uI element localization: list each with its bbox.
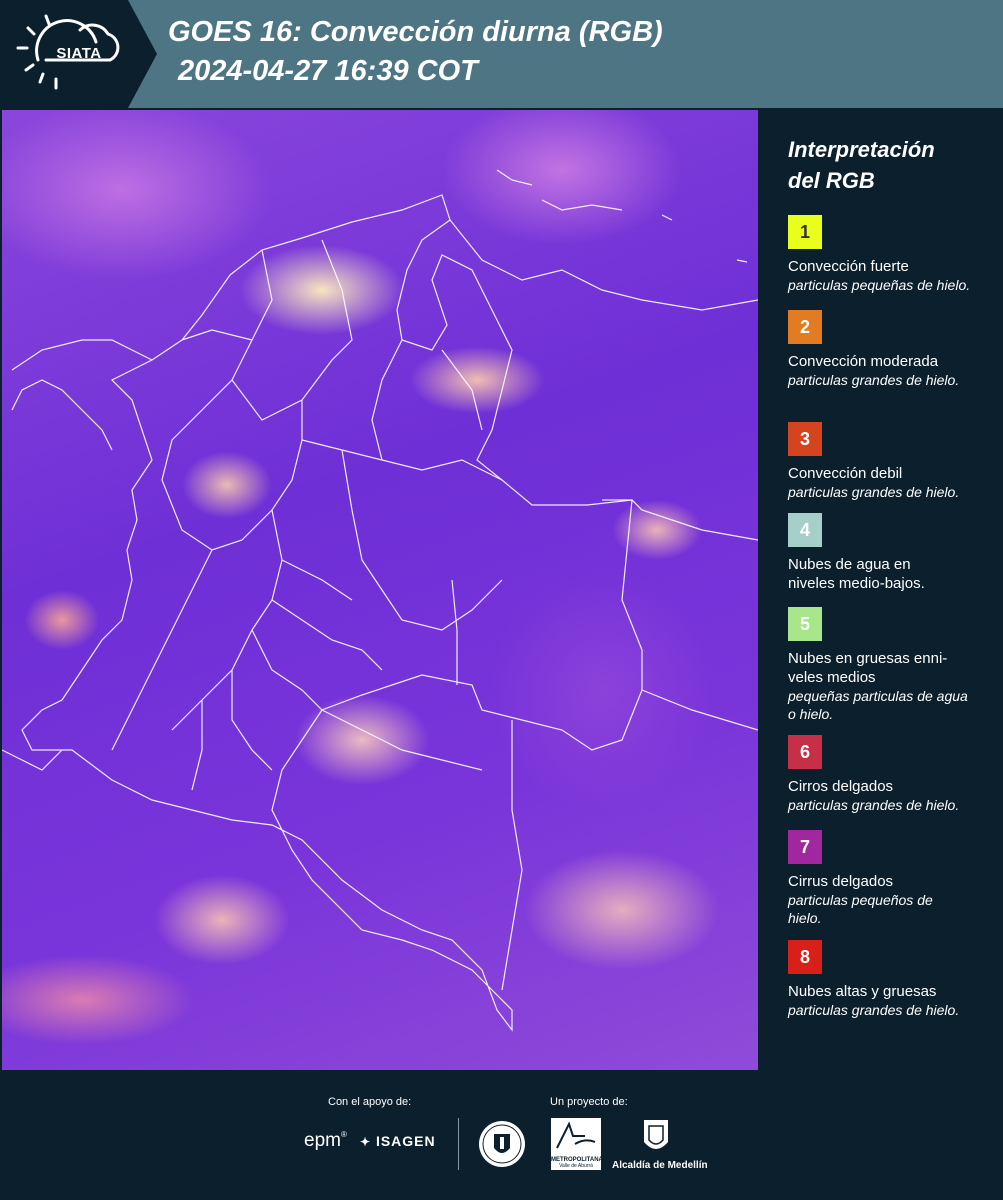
legend-item-desc: particulas grandes de hielo. (788, 797, 960, 813)
legend-swatch: 3 (788, 422, 822, 456)
legend-item-desc: particulas pequeñas de hielo. (788, 277, 971, 293)
legend-number: 4 (799, 519, 810, 540)
legend-item-title: Cirros delgados (788, 778, 894, 795)
legend-number: 2 (799, 316, 810, 337)
siata-logo[interactable]: SIATA (0, 0, 157, 108)
legend-number: 7 (799, 836, 810, 857)
page-title: GOES 16: Convección diurna (RGB) (168, 16, 663, 48)
alcaldia-shield-logo[interactable] (642, 1118, 670, 1161)
support-label: Con el apoyo de: (328, 1096, 412, 1108)
legend-item-1: 1 Convección fuerte particulas pequeñas … (788, 215, 993, 294)
epm-logo[interactable]: epm® (304, 1130, 347, 1152)
legend-item-desc: particulas pequeños de hielo. (788, 892, 933, 926)
legend-number: 1 (799, 221, 810, 242)
area-script-icon (556, 1121, 596, 1149)
legend-swatch: 1 (788, 215, 822, 249)
shield-icon (644, 1120, 668, 1149)
border-lines (2, 169, 758, 1032)
legend-item-title: Nubes en gruesas enni-veles medios (788, 650, 948, 686)
legend-item-7: 7 Cirrus delgados particulas pequeños de… (788, 830, 993, 927)
header-bar: SIATA GOES 16: Convección diurna (RGB) 2… (0, 0, 1003, 108)
legend-swatch: 8 (788, 940, 822, 974)
legend-item-8: 8 Nubes altas y gruesas particulas grand… (788, 940, 993, 1019)
seal-icon (479, 1121, 525, 1167)
isagen-text: ISAGEN (375, 1133, 436, 1149)
legend-item-6: 6 Cirros delgados particulas grandes de … (788, 735, 993, 814)
epm-text: epm (304, 1130, 341, 1151)
area-metropolitana-logo[interactable]: METROPOLITANA Valle de Aburrá (551, 1118, 603, 1170)
timestamp: 2024-04-27 16:39 COT (178, 55, 478, 87)
isagen-logo[interactable]: ✦ ISAGEN (360, 1133, 436, 1149)
legend-swatch: 4 (788, 513, 822, 547)
satellite-map[interactable] (2, 110, 758, 1070)
registered-icon: ® (340, 1130, 347, 1139)
legend-item-title: Nubes de agua en niveles medio-bajos. (788, 556, 925, 592)
legend-item-title: Cirrus delgados (788, 873, 894, 890)
legend-item-2: 2 Convección moderada particulas grandes… (788, 310, 993, 389)
legend-swatch: 5 (788, 607, 822, 641)
legend-number: 6 (799, 741, 810, 762)
legend-item-4: 4 Nubes de agua en niveles medio-bajos. (788, 513, 993, 593)
footer: Con el apoyo de: Un proyecto de: epm® ✦ … (0, 1070, 1003, 1200)
legend-item-title: Convección debil (788, 465, 903, 482)
legend-swatch: 7 (788, 830, 822, 864)
legend-item-title: Convección fuerte (788, 258, 909, 275)
legend-title: Interpretación del RGB (788, 134, 988, 196)
legend-item-3: 3 Convección debil particulas grandes de… (788, 422, 993, 501)
legend-title-line1: Interpretación (788, 137, 935, 162)
legend-item-desc: pequeñas particulas de agua o hielo. (788, 688, 968, 722)
alcaldia-label: Alcaldía de Medellín (612, 1160, 708, 1171)
isagen-icon: ✦ (360, 1135, 372, 1149)
footer-divider (458, 1118, 459, 1170)
project-label: Un proyecto de: (550, 1096, 628, 1108)
legend-item-5: 5 Nubes en gruesas enni-veles medios peq… (788, 607, 993, 723)
legend-number: 8 (799, 946, 810, 967)
legend-item-desc: particulas grandes de hielo. (788, 484, 960, 500)
legend-number: 5 (799, 613, 810, 634)
legend-swatch: 2 (788, 310, 822, 344)
legend-number: 3 (799, 428, 810, 449)
logo-text: SIATA (56, 45, 102, 62)
legend-item-desc: particulas grandes de hielo. (788, 372, 960, 388)
legend-item-title: Convección moderada (788, 353, 939, 370)
metro-sub: Valle de Aburrá (559, 1163, 593, 1169)
legend-item-title: Nubes altas y gruesas (788, 983, 937, 1000)
medellin-seal-logo[interactable] (478, 1120, 526, 1173)
legend-item-desc: particulas grandes de hielo. (788, 1002, 960, 1018)
legend-swatch: 6 (788, 735, 822, 769)
legend-title-line2: del RGB (788, 168, 875, 193)
